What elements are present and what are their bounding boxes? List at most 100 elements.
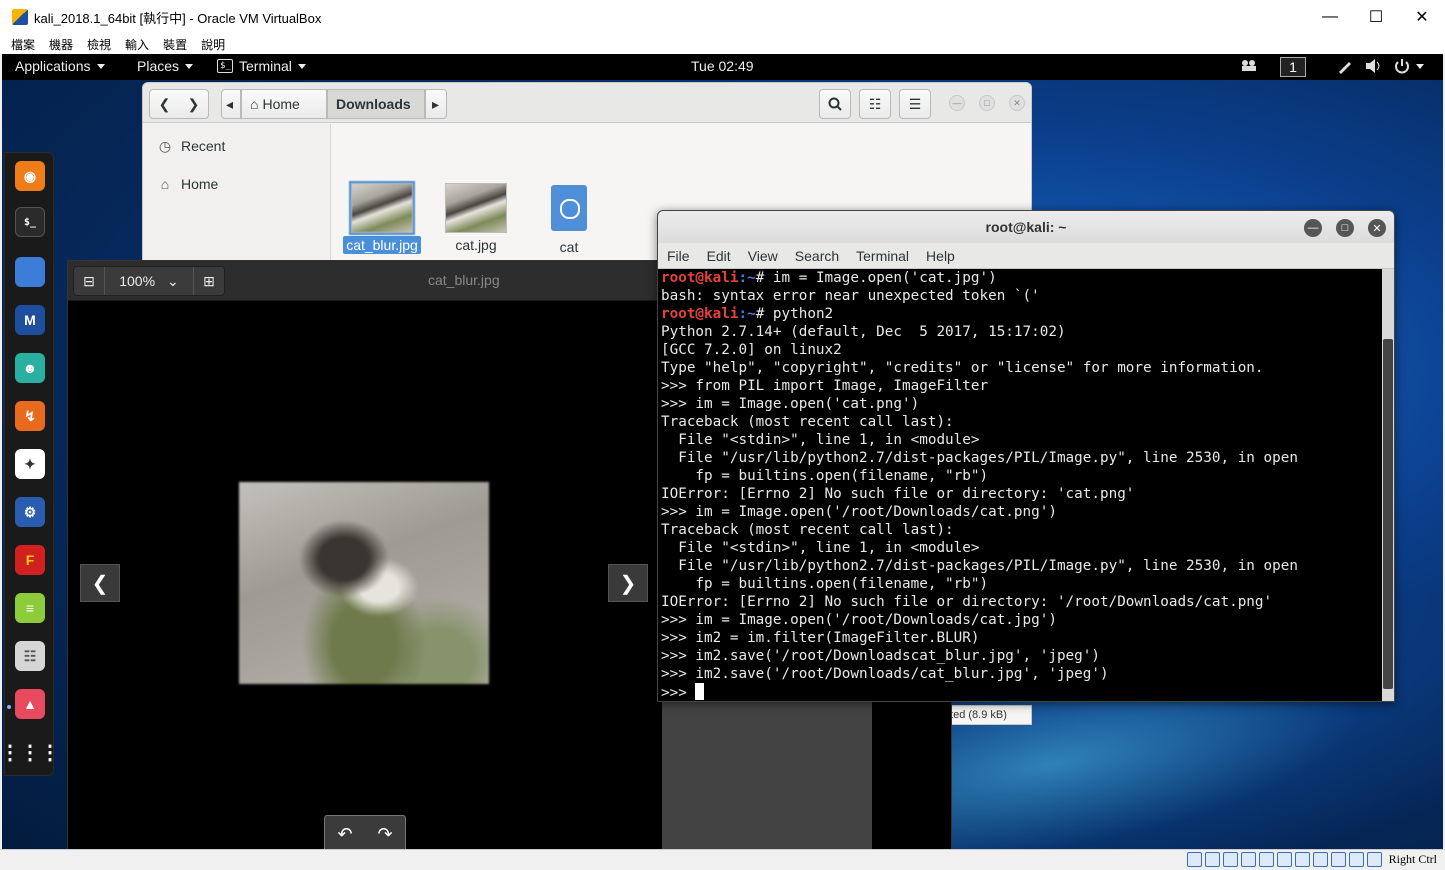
file-item-cat[interactable]: cat [529,185,609,255]
terminal-titlebar: root@kali: ~ [658,211,1394,243]
line-text: Type "help", "copyright", "credits" or "… [661,360,1264,376]
terminal-menu-terminal[interactable]: Terminal [856,248,909,264]
keyboard-icon[interactable] [1366,852,1382,867]
terminal-maximize-button[interactable]: □ [1336,219,1354,237]
rotate-left-icon[interactable]: ↶ [325,816,365,849]
vbox-menu-input[interactable]: 輸入 [125,36,149,53]
files-minimize-button[interactable]: — [949,95,965,111]
files-icon[interactable] [15,257,45,287]
terminal-menu-help[interactable]: Help [926,248,955,264]
burpsuite-icon[interactable]: ↯ [15,401,45,431]
close-button[interactable]: ✕ [1399,0,1445,34]
terminal-app-menu[interactable]: $_ Terminal [217,58,306,74]
sidebar-item-home[interactable]: ⌂ Home [157,176,219,192]
workspace-indicator[interactable]: 1 [1280,57,1306,77]
cpu-icon[interactable] [1330,852,1346,867]
previous-image-button[interactable]: ❮ [80,564,120,602]
terminal-minimize-button[interactable]: — [1304,219,1322,237]
path-downloads[interactable]: Downloads [327,89,425,119]
terminal-line: root@kali:~# python2 [661,305,1383,323]
leafpad-icon[interactable]: ≡ [15,593,45,623]
vbox-menu-help[interactable]: 說明 [201,36,225,53]
vbox-menu-file[interactable]: 檔案 [11,36,35,53]
terminal-line: root@kali:~# im = Image.open('cat.jpg') [661,269,1383,287]
applications-menu[interactable]: Applications [15,58,105,74]
line-text: bash: syntax error near unexpected token… [661,288,1040,304]
armitage-icon[interactable]: ☻ [15,353,45,383]
network-icon[interactable] [1240,852,1256,867]
terminal-menu-view[interactable]: View [748,248,778,264]
zoom-level-dropdown[interactable]: 100% ⌄ [104,267,194,295]
files-close-button[interactable]: ✕ [1009,95,1025,111]
file-item-cat-blur[interactable]: cat_blur.jpg [342,181,422,254]
vbox-menu-devices[interactable]: 裝置 [163,36,187,53]
path-right-arrow[interactable]: ▸ [425,89,447,119]
path-home[interactable]: ⌂ Home [241,89,327,119]
hdd-icon[interactable] [1186,852,1202,867]
rotate-right-icon[interactable]: ↷ [365,816,405,849]
blurred-cat-image [239,482,489,684]
terminal-icon[interactable]: $_ [15,207,45,237]
terminal-title: root@kali: ~ [985,219,1067,235]
recording-icon[interactable] [1312,852,1328,867]
pen-icon[interactable] [1337,58,1353,74]
places-label: Places [137,58,180,74]
faraday-icon[interactable]: F [15,545,45,575]
zoom-out-button[interactable]: ⊟ [74,267,104,295]
power-menu[interactable] [1394,58,1424,74]
home-icon: ⌂ [160,176,170,192]
forward-arrow-icon[interactable]: ❯ [179,96,208,113]
mouse-integration-icon[interactable] [1348,852,1364,867]
maltego-icon[interactable]: ✦ [15,449,45,479]
metasploit-icon[interactable]: M [15,305,45,335]
file-item-cat-jpg[interactable]: cat.jpg [436,183,516,253]
audio-icon[interactable] [1222,852,1238,867]
display-icon[interactable] [1294,852,1310,867]
search-button[interactable] [819,89,851,119]
beef-icon[interactable]: ⚙ [15,497,45,527]
gnome-top-bar: Applications Places $_ Terminal Tue 02:4… [2,54,1443,80]
next-image-button[interactable]: ❯ [608,564,648,602]
sidebar-item-label: Recent [181,138,226,154]
path-left-arrow[interactable]: ◂ [221,89,241,119]
optical-drive-icon[interactable] [1204,852,1220,867]
terminal-input-line[interactable]: >>> [661,683,1383,701]
show-apps-icon[interactable]: ⋮⋮⋮ [2,737,60,767]
vbox-menu-view[interactable]: 檢視 [87,36,111,53]
back-forward-buttons[interactable]: ❮ ❯ [149,89,209,119]
vbox-menu-machine[interactable]: 機器 [49,36,73,53]
file-name: cat_blur.jpg [343,236,421,254]
image-viewer-icon[interactable]: ▲ [15,689,45,719]
cutycapt-icon[interactable]: ☷ [15,641,45,671]
maximize-button[interactable]: ☐ [1353,0,1399,34]
terminal-menu-search[interactable]: Search [795,248,839,264]
chevron-down-icon [297,63,306,69]
back-arrow-icon[interactable]: ❮ [150,96,179,113]
shared-folder-icon[interactable] [1276,852,1292,867]
zoom-in-button[interactable]: ⊞ [194,267,224,295]
files-maximize-button[interactable]: □ [979,95,995,111]
places-menu[interactable]: Places [137,58,194,74]
clock[interactable]: Tue 02:49 [691,58,754,74]
scrollbar-thumb[interactable] [1383,339,1393,689]
firefox-icon[interactable]: ◉ [15,161,45,191]
menu-button[interactable]: ☰ [899,89,931,119]
usb-icon[interactable] [1258,852,1274,867]
background-window-fragment [662,701,872,849]
video-icon[interactable] [1240,58,1258,72]
line-text: [GCC 7.2.0] on linux2 [661,342,842,358]
vbox-titlebar: kali_2018.1_64bit [執行中] - Oracle VM Virt… [0,0,1445,34]
sidebar-item-recent[interactable]: ◷ Recent [157,138,226,155]
view-toggle-button[interactable]: ☷ [859,89,891,119]
volume-icon[interactable] [1364,58,1382,74]
vbox-statusbar: Right Ctrl [0,849,1445,870]
terminal-line: >>> im = Image.open('cat.png') [661,395,1383,413]
terminal-menu-edit[interactable]: Edit [707,248,731,264]
minimize-button[interactable]: — [1307,0,1353,34]
terminal-menu-file[interactable]: File [667,248,690,264]
list-view-icon: ☷ [868,95,882,112]
terminal-output[interactable]: root@kali:~# im = Image.open('cat.jpg') b… [661,269,1383,701]
terminal-window: root@kali: ~ — □ ✕ File Edit View Search… [657,210,1395,702]
terminal-scrollbar[interactable] [1382,269,1394,701]
terminal-close-button[interactable]: ✕ [1368,219,1386,237]
